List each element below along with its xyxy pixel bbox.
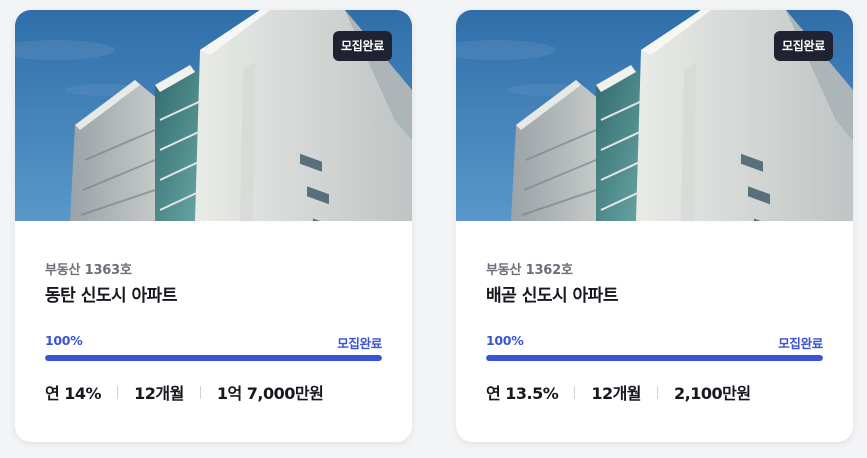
product-stats: 연 13.5% 12개월 2,100만원	[486, 380, 751, 404]
progress-percent: 100%	[486, 333, 524, 348]
progress-status: 모집완료	[778, 336, 823, 351]
product-stats: 연 14% 12개월 1억 7,000만원	[45, 380, 324, 404]
funding-amount: 2,100만원	[674, 384, 751, 403]
product-card[interactable]: 모집완료 부동산 1362호 배곧 신도시 아파트 100% 모집완료 연 13…	[456, 10, 853, 442]
divider	[199, 385, 201, 399]
product-card[interactable]: 모집완료 부동산 1363호 동탄 신도시 아파트 100% 모집완료 연 14…	[15, 10, 412, 442]
product-title: 동탄 신도시 아파트	[45, 286, 177, 306]
product-title: 배곧 신도시 아파트	[486, 286, 618, 306]
progress-bar	[45, 355, 382, 361]
interest-rate: 연 14%	[45, 384, 102, 403]
interest-rate: 연 13.5%	[486, 384, 559, 403]
progress-fill	[45, 355, 382, 361]
investment-term: 12개월	[134, 384, 184, 403]
status-badge: 모집완료	[333, 31, 392, 61]
progress-status: 모집완료	[337, 336, 382, 351]
divider	[657, 385, 659, 399]
product-code: 부동산 1363호	[45, 263, 132, 278]
status-badge: 모집완료	[774, 31, 833, 61]
funding-amount: 1억 7,000만원	[216, 384, 324, 403]
progress-percent: 100%	[45, 333, 83, 348]
investment-term: 12개월	[591, 384, 642, 403]
product-code: 부동산 1362호	[486, 263, 573, 278]
progress-fill	[486, 355, 823, 361]
divider	[117, 385, 119, 399]
divider	[574, 385, 576, 399]
progress-bar	[486, 355, 823, 361]
